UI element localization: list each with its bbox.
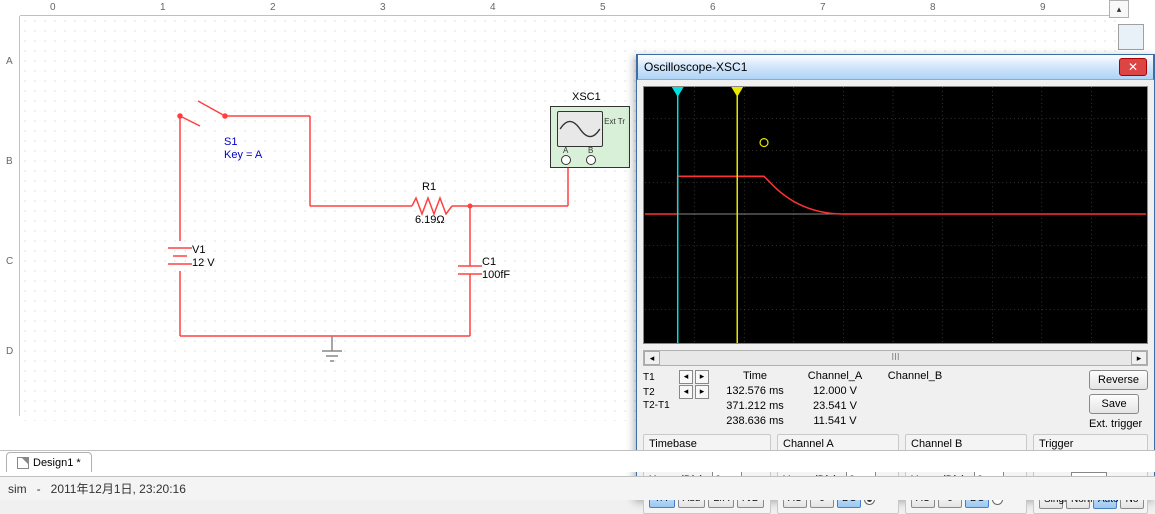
t1-cha-value: 12.000 V (795, 385, 875, 400)
toolbox-icon[interactable] (1118, 24, 1144, 50)
scope-port-a[interactable] (561, 155, 571, 165)
status-sep: - (37, 482, 41, 496)
cursor-t1-label: T1 (643, 372, 677, 383)
trigger-title: Trigger (1039, 438, 1142, 450)
trigger-group: Trigger Edge: ⎍ ⎍ A B Level: V Single No… (1033, 434, 1148, 514)
t2-chb-value (875, 400, 955, 415)
scroll-up-button[interactable]: ▴ (1109, 0, 1129, 18)
vsource-value[interactable]: 12 V (192, 257, 215, 269)
channel-b-group: Channel B Scale: Y pos.(Div): AC 0 DC (905, 434, 1027, 514)
status-app: sim (8, 482, 27, 496)
oscilloscope-display[interactable] (643, 86, 1148, 344)
readout-time-header: Time (715, 370, 795, 385)
switch-key[interactable]: Key = A (224, 149, 262, 161)
scope-instrument-icon[interactable]: Ext Tr A B (550, 106, 630, 168)
scroll-right-icon[interactable]: ▸ (1131, 351, 1147, 365)
close-icon[interactable]: ✕ (1119, 58, 1147, 76)
readout-chb-header: Channel_B (875, 370, 955, 385)
channel-a-group: Channel A Scale: Y pos.(Div): AC 0 DC (777, 434, 899, 514)
t2-time-value: 371.212 ms (715, 400, 795, 415)
t2-cha-value: 23.541 V (795, 400, 875, 415)
scope-port-b[interactable] (586, 155, 596, 165)
file-icon (17, 457, 29, 469)
capacitor-value[interactable]: 100fF (482, 269, 510, 281)
resistor-value[interactable]: 6.19Ω (415, 214, 445, 226)
t2-right-button[interactable]: ▸ (695, 385, 709, 399)
switch-name[interactable]: S1 (224, 136, 237, 148)
cursor-t2-label: T2 (643, 387, 677, 398)
scroll-left-icon[interactable]: ◂ (644, 351, 660, 365)
tab-label: Design1 * (33, 457, 81, 469)
scope-cursor-readout: T1 ◂ ▸ T2 ◂ ▸ T2-T1 Time Channel_A Chann… (643, 370, 1148, 430)
scope-mini-screen (557, 111, 603, 147)
timebase-title: Timebase (649, 438, 765, 450)
save-button[interactable]: Save (1089, 394, 1139, 414)
ruler-horizontal: 0 1 2 3 4 5 6 7 8 9 (20, 0, 1120, 16)
oscilloscope-title: Oscilloscope-XSC1 (644, 60, 1117, 74)
ruler-vertical: A B C D (0, 16, 20, 416)
chb-title: Channel B (911, 438, 1021, 450)
scope-grid (644, 87, 1147, 343)
ext-trigger-label: Ext. trigger (1089, 418, 1142, 430)
design-tab-bar: Design1 * (0, 450, 1155, 472)
scope-ref-label[interactable]: XSC1 (572, 91, 601, 103)
t1-left-button[interactable]: ◂ (679, 370, 693, 384)
workspace: 0 1 2 3 4 5 6 7 8 9 A B C D (0, 0, 1155, 500)
cursor-diff-label: T2-T1 (643, 400, 677, 411)
status-bar: sim - 2011年12月1日, 23:20:16 (0, 476, 1155, 500)
readout-cha-header: Channel_A (795, 370, 875, 385)
capacitor-name[interactable]: C1 (482, 256, 496, 268)
timebase-group: Timebase Scale: X pos.(Div): Y/T Add B/A… (643, 434, 771, 514)
tab-design1[interactable]: Design1 * (6, 452, 92, 472)
scope-controls: Timebase Scale: X pos.(Div): Y/T Add B/A… (643, 434, 1148, 514)
status-timestamp: 2011年12月1日, 23:20:16 (51, 480, 186, 497)
t1-time-value: 132.576 ms (715, 385, 795, 400)
cha-title: Channel A (783, 438, 893, 450)
diff-cha-value: 11.541 V (795, 415, 875, 430)
t1-right-button[interactable]: ▸ (695, 370, 709, 384)
diff-time-value: 238.636 ms (715, 415, 795, 430)
diff-chb-value (875, 415, 955, 430)
scope-horizontal-scrollbar[interactable]: ◂ III ▸ (643, 350, 1148, 366)
t1-chb-value (875, 385, 955, 400)
t2-left-button[interactable]: ◂ (679, 385, 693, 399)
vsource-name[interactable]: V1 (192, 244, 205, 256)
resistor-name[interactable]: R1 (422, 181, 436, 193)
reverse-button[interactable]: Reverse (1089, 370, 1148, 390)
oscilloscope-titlebar[interactable]: Oscilloscope-XSC1 ✕ (637, 54, 1154, 80)
oscilloscope-window[interactable]: Oscilloscope-XSC1 ✕ (636, 54, 1155, 500)
scope-ext-label: Ext Tr (604, 117, 625, 126)
